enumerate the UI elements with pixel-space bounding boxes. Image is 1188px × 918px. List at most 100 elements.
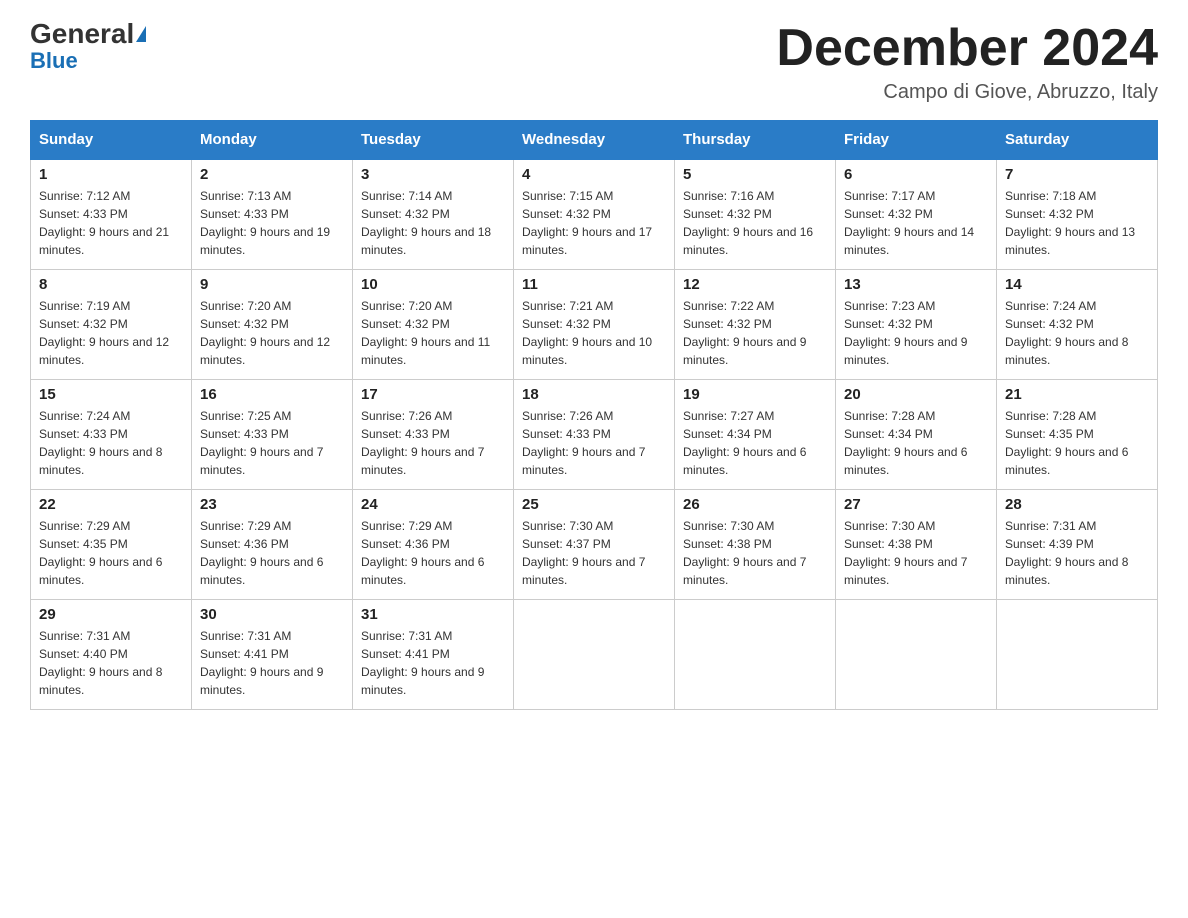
logo: General Blue [30,20,146,72]
calendar-table: SundayMondayTuesdayWednesdayThursdayFrid… [30,120,1158,710]
header-cell-friday: Friday [836,121,997,160]
calendar-week-5: 29 Sunrise: 7:31 AMSunset: 4:40 PMDayligh… [31,599,1158,709]
day-info: Sunrise: 7:25 AMSunset: 4:33 PMDaylight:… [200,407,344,479]
calendar-cell: 29 Sunrise: 7:31 AMSunset: 4:40 PMDayligh… [31,599,192,709]
day-info: Sunrise: 7:28 AMSunset: 4:35 PMDaylight:… [1005,407,1149,479]
day-number: 30 [200,606,344,623]
calendar-cell: 2 Sunrise: 7:13 AMSunset: 4:33 PMDaylight… [192,159,353,269]
calendar-cell: 3Sunrise: 7:14 AMSunset: 4:32 PMDaylight… [353,159,514,269]
day-info: Sunrise: 7:31 AMSunset: 4:41 PMDaylight:… [200,627,344,699]
day-number: 6 [844,166,988,183]
day-number: 2 [200,166,344,183]
day-info: Sunrise: 7:15 AMSunset: 4:32 PMDaylight:… [522,187,666,259]
day-number: 19 [683,386,827,403]
header-cell-wednesday: Wednesday [514,121,675,160]
day-info: Sunrise: 7:13 AMSunset: 4:33 PMDaylight:… [200,187,344,259]
day-info: Sunrise: 7:16 AMSunset: 4:32 PMDaylight:… [683,187,827,259]
calendar-week-3: 15 Sunrise: 7:24 AMSunset: 4:33 PMDayligh… [31,379,1158,489]
day-number: 7 [1005,166,1149,183]
day-number: 17 [361,386,505,403]
day-info: Sunrise: 7:31 AMSunset: 4:39 PMDaylight:… [1005,517,1149,589]
calendar-cell: 11Sunrise: 7:21 AMSunset: 4:32 PMDayligh… [514,269,675,379]
calendar-cell: 15 Sunrise: 7:24 AMSunset: 4:33 PMDayligh… [31,379,192,489]
calendar-cell: 17Sunrise: 7:26 AMSunset: 4:33 PMDayligh… [353,379,514,489]
calendar-cell: 22 Sunrise: 7:29 AMSunset: 4:35 PMDayligh… [31,489,192,599]
day-number: 14 [1005,276,1149,293]
day-info: Sunrise: 7:24 AMSunset: 4:33 PMDaylight:… [39,407,183,479]
calendar-body: 1Sunrise: 7:12 AMSunset: 4:33 PMDaylight… [31,159,1158,709]
day-number: 8 [39,276,183,293]
calendar-week-4: 22 Sunrise: 7:29 AMSunset: 4:35 PMDayligh… [31,489,1158,599]
day-info: Sunrise: 7:30 AMSunset: 4:37 PMDaylight:… [522,517,666,589]
calendar-cell: 30 Sunrise: 7:31 AMSunset: 4:41 PMDayligh… [192,599,353,709]
day-info: Sunrise: 7:27 AMSunset: 4:34 PMDaylight:… [683,407,827,479]
day-number: 10 [361,276,505,293]
day-number: 13 [844,276,988,293]
page-header: General Blue December 2024 Campo di Giov… [30,20,1158,104]
calendar-cell: 26 Sunrise: 7:30 AMSunset: 4:38 PMDayligh… [675,489,836,599]
day-number: 23 [200,496,344,513]
calendar-cell: 16 Sunrise: 7:25 AMSunset: 4:33 PMDayligh… [192,379,353,489]
day-info: Sunrise: 7:30 AMSunset: 4:38 PMDaylight:… [683,517,827,589]
day-number: 16 [200,386,344,403]
day-number: 18 [522,386,666,403]
day-number: 15 [39,386,183,403]
day-info: Sunrise: 7:29 AMSunset: 4:36 PMDaylight:… [200,517,344,589]
calendar-cell [997,599,1158,709]
calendar-cell: 23 Sunrise: 7:29 AMSunset: 4:36 PMDayligh… [192,489,353,599]
logo-blue-text: Blue [30,50,78,72]
header-cell-tuesday: Tuesday [353,121,514,160]
day-number: 31 [361,606,505,623]
day-number: 26 [683,496,827,513]
day-number: 22 [39,496,183,513]
calendar-cell: 20 Sunrise: 7:28 AMSunset: 4:34 PMDayligh… [836,379,997,489]
day-number: 9 [200,276,344,293]
calendar-cell: 10Sunrise: 7:20 AMSunset: 4:32 PMDayligh… [353,269,514,379]
day-number: 4 [522,166,666,183]
day-info: Sunrise: 7:29 AMSunset: 4:36 PMDaylight:… [361,517,505,589]
logo-triangle-icon [136,26,146,42]
calendar-cell: 19 Sunrise: 7:27 AMSunset: 4:34 PMDayligh… [675,379,836,489]
header-cell-monday: Monday [192,121,353,160]
calendar-cell: 7 Sunrise: 7:18 AMSunset: 4:32 PMDaylight… [997,159,1158,269]
calendar-cell [836,599,997,709]
day-number: 3 [361,166,505,183]
calendar-cell: 12Sunrise: 7:22 AMSunset: 4:32 PMDayligh… [675,269,836,379]
day-info: Sunrise: 7:28 AMSunset: 4:34 PMDaylight:… [844,407,988,479]
calendar-cell: 4 Sunrise: 7:15 AMSunset: 4:32 PMDaylight… [514,159,675,269]
logo-general-text: General [30,20,134,48]
calendar-cell: 21 Sunrise: 7:28 AMSunset: 4:35 PMDayligh… [997,379,1158,489]
calendar-cell: 6 Sunrise: 7:17 AMSunset: 4:32 PMDaylight… [836,159,997,269]
header-cell-thursday: Thursday [675,121,836,160]
calendar-week-2: 8Sunrise: 7:19 AMSunset: 4:32 PMDaylight… [31,269,1158,379]
day-number: 27 [844,496,988,513]
calendar-cell: 24 Sunrise: 7:29 AMSunset: 4:36 PMDayligh… [353,489,514,599]
day-info: Sunrise: 7:30 AMSunset: 4:38 PMDaylight:… [844,517,988,589]
calendar-cell: 31Sunrise: 7:31 AMSunset: 4:41 PMDayligh… [353,599,514,709]
calendar-cell: 28Sunrise: 7:31 AMSunset: 4:39 PMDayligh… [997,489,1158,599]
calendar-cell [675,599,836,709]
day-info: Sunrise: 7:18 AMSunset: 4:32 PMDaylight:… [1005,187,1149,259]
day-number: 24 [361,496,505,513]
day-info: Sunrise: 7:23 AMSunset: 4:32 PMDaylight:… [844,297,988,369]
calendar-cell: 1Sunrise: 7:12 AMSunset: 4:33 PMDaylight… [31,159,192,269]
day-number: 20 [844,386,988,403]
month-title: December 2024 [776,20,1158,77]
day-info: Sunrise: 7:26 AMSunset: 4:33 PMDaylight:… [522,407,666,479]
day-info: Sunrise: 7:21 AMSunset: 4:32 PMDaylight:… [522,297,666,369]
location-subtitle: Campo di Giove, Abruzzo, Italy [776,81,1158,104]
day-number: 29 [39,606,183,623]
day-number: 12 [683,276,827,293]
day-info: Sunrise: 7:29 AMSunset: 4:35 PMDaylight:… [39,517,183,589]
calendar-cell: 13 Sunrise: 7:23 AMSunset: 4:32 PMDayligh… [836,269,997,379]
day-info: Sunrise: 7:24 AMSunset: 4:32 PMDaylight:… [1005,297,1149,369]
calendar-cell: 25Sunrise: 7:30 AMSunset: 4:37 PMDayligh… [514,489,675,599]
calendar-header: SundayMondayTuesdayWednesdayThursdayFrid… [31,121,1158,160]
day-info: Sunrise: 7:17 AMSunset: 4:32 PMDaylight:… [844,187,988,259]
calendar-cell: 18 Sunrise: 7:26 AMSunset: 4:33 PMDayligh… [514,379,675,489]
calendar-cell: 27 Sunrise: 7:30 AMSunset: 4:38 PMDayligh… [836,489,997,599]
calendar-week-1: 1Sunrise: 7:12 AMSunset: 4:33 PMDaylight… [31,159,1158,269]
day-number: 5 [683,166,827,183]
day-number: 21 [1005,386,1149,403]
day-info: Sunrise: 7:31 AMSunset: 4:40 PMDaylight:… [39,627,183,699]
